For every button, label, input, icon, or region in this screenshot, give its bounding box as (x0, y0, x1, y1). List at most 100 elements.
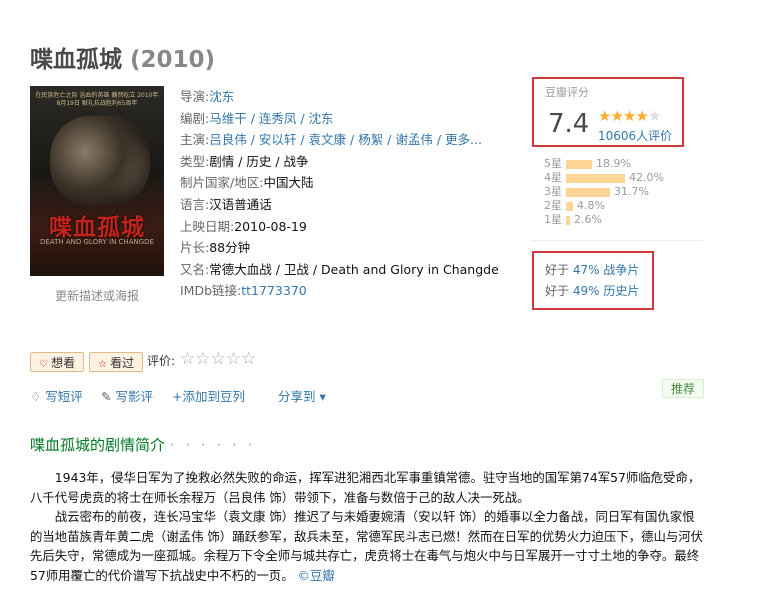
distribution-bar (566, 188, 610, 197)
distribution-percent: 42.0% (629, 171, 664, 184)
better-than-row: 好于 47% 战争片 (545, 261, 639, 278)
release-value: 2010-08-19 (234, 218, 307, 234)
poster-subtitle: DEATH AND GLORY IN CHANGDE (40, 238, 154, 246)
movie-name: 喋血孤城 (30, 47, 122, 73)
aka-value: 常德大血战 / 卫战 / Death and Glory in Changde (209, 261, 499, 277)
language-value: 汉语普通话 (209, 196, 272, 212)
runtime-label: 片长: (180, 240, 210, 256)
rating-score: 7.4 (548, 109, 590, 139)
info-writers: 编剧:马维干 / 连秀凤 / 沈东 (180, 108, 499, 130)
better-category-link[interactable]: 历史片 (600, 284, 639, 298)
write-review-link[interactable]: ✎ 写影评 (101, 386, 153, 405)
rate-label: 评价: (147, 354, 176, 368)
half-star-icon: ★ (635, 107, 648, 125)
write-comment-link[interactable]: ♢ 写短评 (30, 386, 83, 405)
distribution-row: 3星 31.7% (544, 185, 704, 199)
star-icon: ★ (622, 107, 636, 125)
want-to-see-button[interactable]: ♡ 想看 (30, 352, 85, 372)
distribution-row: 5星 18.9% (544, 157, 704, 171)
page-title: 喋血孤城 (2010) (30, 40, 215, 74)
better-prefix: 好于 (545, 284, 573, 298)
star-empty-icon[interactable]: ☆ (211, 349, 226, 369)
douban-source-link[interactable]: ©豆瓣 (298, 568, 335, 583)
info-release: 上映日期:2010-08-19 (180, 216, 499, 238)
distribution-star-label: 4星 (544, 171, 562, 184)
movie-poster[interactable]: 在民族危亡之际 浴血的英雄 巍然屹立 2010年8月19日 献礼抗战胜利65周年… (30, 86, 164, 276)
add-doulist-link[interactable]: +添加到豆列 (172, 386, 245, 405)
rating-distribution: 5星 18.9% 4星 42.0% 3星 31.7% 2星 4.8% 1星 2.6% (544, 157, 704, 227)
distribution-row: 4星 42.0% (544, 171, 704, 185)
info-runtime: 片长:88分钟 (180, 237, 499, 259)
distribution-star-label: 5星 (544, 157, 562, 170)
imdb-label: IMDb链接: (180, 283, 242, 299)
divider (532, 240, 702, 241)
distribution-row: 2星 4.8% (544, 199, 704, 213)
poster-title: 喋血孤城 (49, 215, 145, 241)
speech-bubble-icon: ♢ (30, 389, 42, 404)
director-link[interactable]: 沈东 (209, 89, 234, 104)
writer-label: 编剧: (180, 110, 210, 126)
synopsis-paragraph: 1943年，侵华日军为了挽救必然失败的命运，挥军进犯湘西北军事重镇常德。驻守当地… (30, 470, 701, 505)
info-director: 导演:沈东 (180, 86, 499, 108)
info-imdb: IMDb链接:tt1773370 (180, 280, 499, 302)
share-dropdown[interactable]: 分享到 ▾ (278, 386, 326, 405)
country-value: 中国大陆 (263, 175, 314, 191)
distribution-star-label: 3星 (544, 185, 562, 198)
distribution-percent: 2.6% (574, 213, 602, 226)
star-empty-icon[interactable]: ☆ (195, 349, 210, 369)
douban-rating-box: 豆瓣评分 7.4 ★★★★★ 10606人评价 (532, 77, 684, 147)
rating-stars: ★★★★★ (598, 107, 661, 125)
cast-label: 主演: (180, 132, 210, 148)
info-genre: 类型:剧情 / 历史 / 战争 (180, 151, 499, 173)
seen-button[interactable]: ☆ 看过 (89, 352, 144, 372)
distribution-percent: 18.9% (596, 157, 631, 170)
info-aka: 又名:常德大血战 / 卫战 / Death and Glory in Chang… (180, 259, 499, 281)
star-empty-icon: ★ (647, 107, 661, 125)
poster-tagline: 在民族危亡之际 浴血的英雄 巍然屹立 2010年8月19日 献礼抗战胜利65周年 (35, 92, 159, 107)
seen-label: 看过 (110, 356, 135, 370)
distribution-star-label: 1星 (544, 213, 562, 226)
runtime-value: 88分钟 (209, 240, 251, 256)
synopsis-paragraph-text: 战云密布的前夜，连长冯宝华（袁文康 饰）推迟了与未婚妻婉清（安以轩 饰）的婚事以… (30, 509, 704, 583)
rating-label: 豆瓣评分 (545, 86, 589, 99)
star-empty-icon[interactable]: ☆ (180, 349, 195, 369)
star-empty-icon[interactable]: ☆ (226, 349, 241, 369)
rating-votes-link[interactable]: 10606人评价 (598, 127, 672, 144)
info-country: 制片国家/地区:中国大陆 (180, 172, 499, 194)
info-language: 语言:汉语普通话 (180, 194, 499, 216)
distribution-percent: 31.7% (614, 185, 649, 198)
better-pct-link[interactable]: 49% (573, 284, 600, 298)
star-icon: ★ (610, 107, 623, 125)
genre-value: 剧情 / 历史 / 战争 (209, 153, 309, 169)
pencil-icon: ✎ (101, 389, 112, 404)
star-icon: ★ (598, 107, 611, 125)
better-pct-link[interactable]: 47% (573, 263, 600, 277)
movie-year: (2010) (130, 47, 216, 73)
cast-links[interactable]: 吕良伟 / 安以轩 / 袁文康 / 杨絮 / 谢孟伟 / 更多... (209, 132, 482, 147)
info-cast: 主演:吕良伟 / 安以轩 / 袁文康 / 杨絮 / 谢孟伟 / 更多... (180, 129, 499, 151)
want-label: 想看 (51, 356, 76, 370)
distribution-star-label: 2星 (544, 199, 562, 212)
synopsis-heading: 喋血孤城的剧情简介 · · · · · · (30, 434, 255, 455)
heading-dots: · · · · · · (169, 436, 256, 454)
better-prefix: 好于 (545, 263, 573, 277)
language-label: 语言: (180, 196, 210, 212)
better-category-link[interactable]: 战争片 (600, 263, 639, 277)
star-empty-icon[interactable]: ☆ (241, 349, 256, 369)
recommend-button[interactable]: 推荐 (662, 379, 704, 398)
imdb-link[interactable]: tt1773370 (241, 283, 306, 298)
better-than-box: 好于 47% 战争片 好于 49% 历史片 (532, 251, 654, 310)
write-review-label: 写影评 (115, 389, 153, 404)
distribution-bar (566, 174, 625, 183)
distribution-bar (566, 160, 592, 169)
user-rating-stars[interactable]: ☆☆☆☆☆ (180, 349, 256, 369)
better-than-row: 好于 49% 历史片 (545, 282, 639, 299)
distribution-row: 1星 2.6% (544, 213, 704, 227)
update-poster-link[interactable]: 更新描述或海报 (55, 287, 139, 304)
movie-info: 导演:沈东 编剧:马维干 / 连秀凤 / 沈东 主演:吕良伟 / 安以轩 / 袁… (180, 86, 499, 302)
synopsis-text: 1943年，侵华日军为了挽救必然失败的命运，挥军进犯湘西北军事重镇常德。驻守当地… (30, 468, 705, 586)
star-small-icon: ☆ (98, 359, 111, 370)
writer-links[interactable]: 马维干 / 连秀凤 / 沈东 (209, 111, 333, 126)
release-label: 上映日期: (180, 218, 235, 234)
synopsis-paragraph: 战云密布的前夜，连长冯宝华（袁文康 饰）推迟了与未婚妻婉清（安以轩 饰）的婚事以… (30, 507, 705, 585)
